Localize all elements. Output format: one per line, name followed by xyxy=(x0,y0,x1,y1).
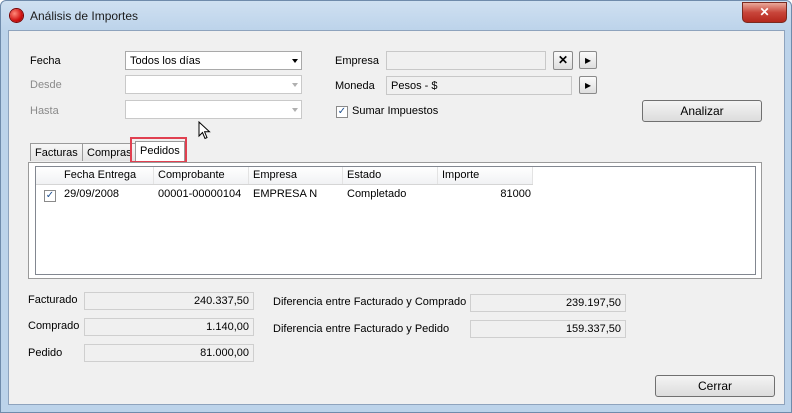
comprado-value: 1.140,00 xyxy=(84,318,254,336)
moneda-value: Pesos - $ xyxy=(391,80,438,92)
diferencia-facturado-comprado-value: 239.197,50 xyxy=(470,294,626,312)
diferencia-facturado-comprado-label: Diferencia entre Facturado y Comprado xyxy=(273,296,467,308)
clear-empresa-button[interactable]: ✕ xyxy=(553,51,573,70)
check-icon: ✓ xyxy=(45,190,55,201)
hasta-label: Hasta xyxy=(30,105,59,117)
select-moneda-button[interactable]: ▸ xyxy=(579,76,597,94)
mouse-cursor-icon xyxy=(198,121,211,140)
sumar-impuestos-label: Sumar Impuestos xyxy=(352,105,439,117)
check-icon: ✓ xyxy=(337,106,347,117)
chevron-down-icon xyxy=(292,108,298,112)
sumar-impuestos-checkbox[interactable]: ✓ xyxy=(336,106,348,118)
cell-importe: 81000 xyxy=(500,188,531,200)
cell-empresa: EMPRESA N xyxy=(253,188,318,200)
moneda-label: Moneda xyxy=(335,80,375,92)
play-arrow-icon: ▸ xyxy=(584,53,592,67)
fecha-value: Todos los días xyxy=(130,55,201,67)
empresa-field[interactable] xyxy=(386,51,546,70)
select-empresa-button[interactable]: ▸ xyxy=(579,51,597,69)
cell-fecha-entrega: 29/09/2008 xyxy=(64,188,120,200)
tab-facturas[interactable]: Facturas xyxy=(30,143,83,161)
cell-estado: Completado xyxy=(347,188,407,200)
tab-compras[interactable]: Compras xyxy=(82,143,137,161)
moneda-field[interactable]: Pesos - $ xyxy=(386,76,572,95)
chevron-down-icon xyxy=(292,83,298,87)
empresa-label: Empresa xyxy=(335,55,380,67)
diferencia-facturado-pedido-value: 159.337,50 xyxy=(470,320,626,338)
table-row[interactable]: ✓ 29/09/2008 00001-00000104 EMPRESA N Co… xyxy=(36,167,533,207)
tab-highlight-annotation xyxy=(130,137,187,163)
close-icon: ✕ xyxy=(759,5,770,19)
fecha-dropdown[interactable]: Todos los días xyxy=(125,51,302,70)
hasta-date-picker[interactable] xyxy=(125,100,302,119)
close-window-button[interactable]: ✕ xyxy=(742,2,787,23)
facturado-value: 240.337,50 xyxy=(84,292,254,310)
fecha-label: Fecha xyxy=(30,55,61,67)
cell-comprobante: 00001-00000104 xyxy=(158,188,242,200)
desde-date-picker[interactable] xyxy=(125,75,302,94)
comprado-label: Comprado xyxy=(28,320,80,332)
app-icon xyxy=(10,9,23,22)
row-checkbox[interactable]: ✓ xyxy=(44,190,56,202)
title-bar[interactable]: Análisis de Importes ✕ xyxy=(1,1,791,31)
cerrar-button[interactable]: Cerrar xyxy=(655,375,775,397)
pedido-label: Pedido xyxy=(28,347,63,359)
desde-label: Desde xyxy=(30,79,62,91)
analizar-button[interactable]: Analizar xyxy=(642,100,762,122)
play-arrow-icon: ▸ xyxy=(584,78,592,92)
diferencia-facturado-pedido-label: Diferencia entre Facturado y Pedido xyxy=(273,323,450,335)
window-title: Análisis de Importes xyxy=(30,9,139,23)
chevron-down-icon xyxy=(292,59,298,63)
facturado-label: Facturado xyxy=(28,294,78,306)
pedido-value: 81.000,00 xyxy=(84,344,254,362)
close-icon: ✕ xyxy=(557,53,569,67)
pedidos-grid[interactable]: Fecha Entrega Comprobante Empresa Estado… xyxy=(35,166,756,275)
